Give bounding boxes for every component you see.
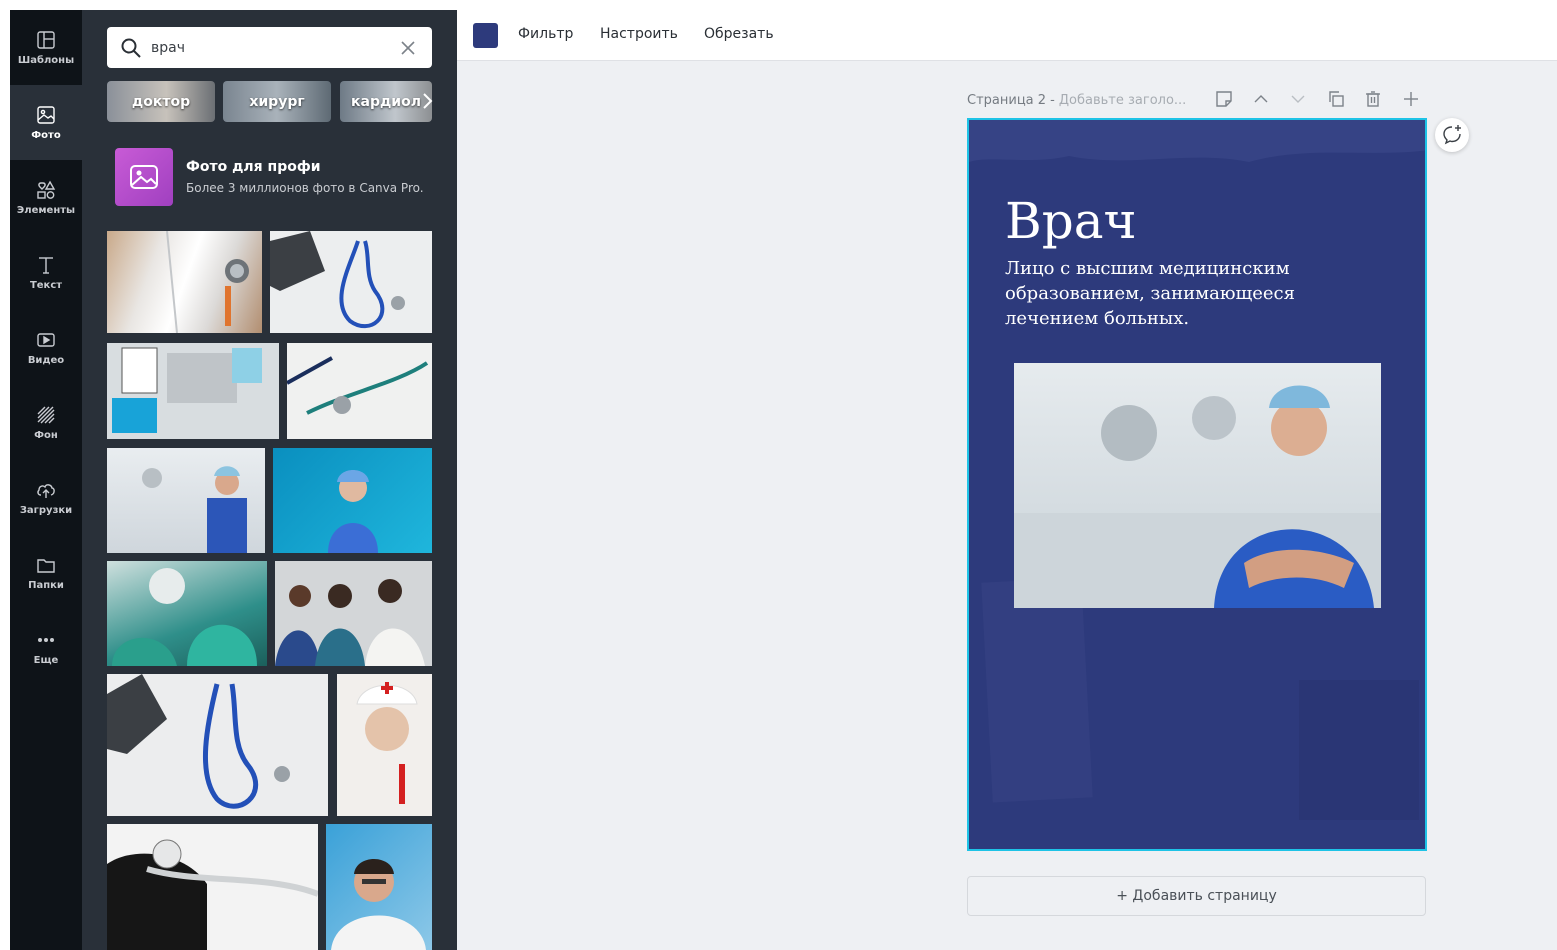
photos-panel: врач доктор хирург кардиол Фото для проф… bbox=[82, 10, 457, 950]
chip-cardiologist[interactable]: кардиол bbox=[340, 81, 432, 122]
duplicate-icon[interactable] bbox=[1326, 89, 1346, 109]
rail-item-background[interactable]: Фон bbox=[10, 385, 82, 460]
suggestion-chips: доктор хирург кардиол bbox=[107, 81, 437, 123]
rail-label: Папки bbox=[28, 580, 64, 591]
rail-item-more[interactable]: Еще bbox=[10, 610, 82, 685]
rail-item-uploads[interactable]: Загрузки bbox=[10, 460, 82, 535]
design-subtitle[interactable]: Лицо с высшим медицинским образованием, … bbox=[1005, 256, 1345, 331]
layout-icon bbox=[37, 31, 55, 49]
folder-icon bbox=[37, 559, 55, 573]
chip-surgeon[interactable]: хирург bbox=[223, 81, 331, 122]
background-icon bbox=[37, 406, 55, 424]
add-comment-button[interactable] bbox=[1435, 118, 1469, 152]
promo-text: Фото для профи Более 3 миллионов фото в … bbox=[186, 159, 424, 195]
pro-image-icon bbox=[115, 148, 173, 206]
more-icon bbox=[38, 637, 54, 642]
page-header: Страница 2 - Добавьте заголо... bbox=[967, 89, 1427, 111]
shapes-icon bbox=[37, 180, 56, 199]
comment-add-icon bbox=[1443, 125, 1461, 145]
chip-doctor[interactable]: доктор bbox=[107, 81, 215, 122]
adjust-button[interactable]: Настроить bbox=[600, 26, 678, 42]
rail-item-elements[interactable]: Элементы bbox=[10, 160, 82, 235]
pro-photos-promo[interactable]: Фото для профи Более 3 миллионов фото в … bbox=[115, 147, 435, 207]
rail-item-templates[interactable]: Шаблоны bbox=[10, 10, 82, 85]
top-toolbar: Фильтр Настроить Обрезать bbox=[457, 10, 1557, 61]
photo-thumb[interactable] bbox=[107, 343, 279, 439]
design-photo[interactable] bbox=[1014, 363, 1381, 608]
rail-item-photos[interactable]: Фото bbox=[10, 85, 82, 160]
photo-thumb[interactable] bbox=[107, 448, 265, 553]
photo-thumb[interactable] bbox=[326, 824, 432, 950]
add-icon[interactable] bbox=[1401, 89, 1421, 109]
photo-thumb[interactable] bbox=[287, 343, 432, 439]
rail-item-video[interactable]: Видео bbox=[10, 310, 82, 385]
photo-thumb[interactable] bbox=[107, 674, 328, 816]
design-page[interactable]: Врач Лицо с высшим медицинским образован… bbox=[967, 118, 1427, 851]
rail-label: Шаблоны bbox=[17, 55, 75, 66]
photo-thumb[interactable] bbox=[107, 824, 318, 950]
notes-icon[interactable] bbox=[1214, 89, 1234, 109]
design-title[interactable]: Врач bbox=[1005, 192, 1137, 250]
photo-thumb[interactable] bbox=[337, 674, 432, 816]
rail-item-text[interactable]: Текст bbox=[10, 235, 82, 310]
left-rail: Шаблоны Фото Элементы Текст Видео Фон За… bbox=[10, 10, 82, 950]
page-title-input[interactable]: Добавьте заголо... bbox=[1059, 93, 1186, 108]
photo-thumb[interactable] bbox=[107, 561, 267, 666]
text-icon bbox=[39, 257, 53, 274]
upload-icon bbox=[37, 484, 55, 498]
photo-thumb[interactable] bbox=[275, 561, 432, 666]
crop-button[interactable]: Обрезать bbox=[704, 26, 774, 42]
chip-label: кардиол bbox=[351, 93, 421, 110]
promo-subtitle: Более 3 миллионов фото в Canva Pro. bbox=[186, 181, 424, 195]
rail-label: Еще bbox=[33, 655, 59, 666]
chevron-right-icon[interactable] bbox=[420, 91, 434, 111]
rail-label: Видео bbox=[27, 355, 65, 366]
rail-label: Фото bbox=[31, 130, 61, 141]
rail-label: Элементы bbox=[16, 205, 76, 216]
chevron-up-icon[interactable] bbox=[1251, 89, 1271, 109]
photo-thumb[interactable] bbox=[273, 448, 432, 553]
photo-thumb[interactable] bbox=[270, 231, 432, 333]
video-icon bbox=[37, 333, 55, 347]
image-icon bbox=[37, 106, 55, 124]
photo-thumb[interactable] bbox=[107, 231, 262, 333]
rail-label: Фон bbox=[34, 430, 58, 441]
chip-label: доктор bbox=[131, 93, 191, 110]
trash-icon[interactable] bbox=[1363, 89, 1383, 109]
page-label: Страница 2 - bbox=[967, 92, 1055, 108]
color-swatch[interactable] bbox=[473, 23, 498, 48]
canvas-area: Страница 2 - Добавьте заголо... Врач Лиц… bbox=[457, 61, 1557, 950]
search-box[interactable]: врач bbox=[107, 27, 432, 68]
rail-label: Текст bbox=[29, 280, 63, 291]
clear-search-icon[interactable] bbox=[399, 39, 417, 57]
chip-label: хирург bbox=[249, 93, 305, 110]
filter-button[interactable]: Фильтр bbox=[518, 26, 573, 42]
rail-item-folders[interactable]: Папки bbox=[10, 535, 82, 610]
image-icon bbox=[130, 165, 158, 189]
promo-title: Фото для профи bbox=[186, 159, 321, 175]
canva-editor: Шаблоны Фото Элементы Текст Видео Фон За… bbox=[0, 0, 1557, 950]
chevron-down-icon[interactable] bbox=[1288, 89, 1308, 109]
search-input[interactable]: врач bbox=[151, 40, 399, 56]
rail-label: Загрузки bbox=[19, 505, 73, 516]
search-icon bbox=[121, 38, 141, 58]
add-page-button[interactable]: + Добавить страницу bbox=[967, 876, 1426, 916]
